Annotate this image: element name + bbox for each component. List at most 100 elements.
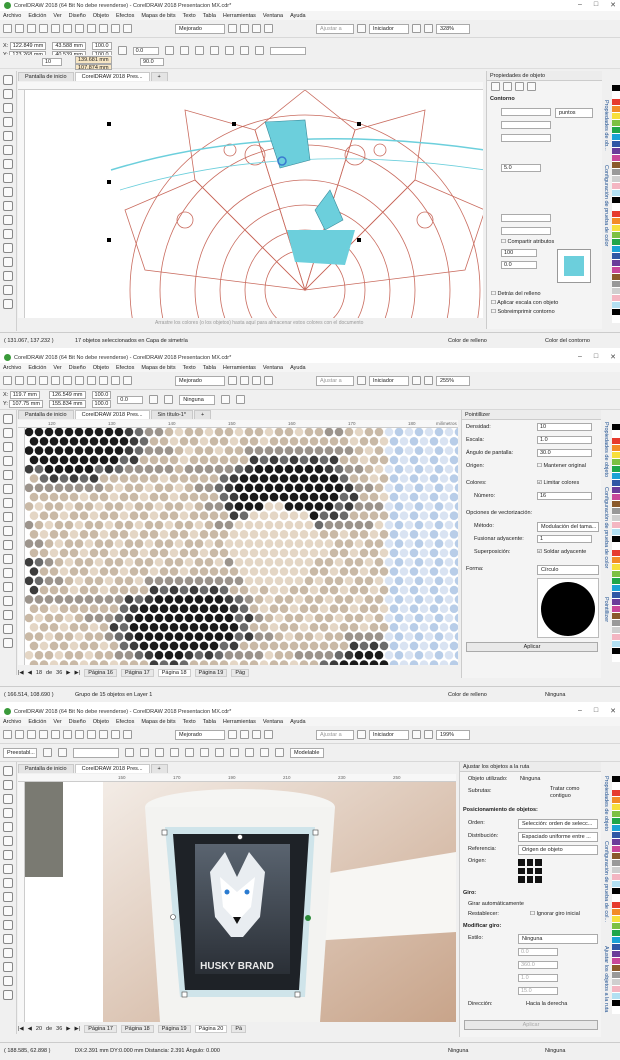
save-icon[interactable]: [27, 24, 36, 33]
palette-swatch[interactable]: [612, 113, 620, 120]
open-icon[interactable]: [15, 376, 24, 385]
palette-swatch[interactable]: [612, 895, 620, 902]
next-page-icon[interactable]: ▶: [66, 1026, 70, 1032]
mapping-mode-select[interactable]: Modelable: [290, 747, 324, 758]
quality-select[interactable]: Mejorado: [175, 23, 225, 34]
palette-swatch[interactable]: [612, 578, 620, 585]
palette-swatch[interactable]: [612, 302, 620, 309]
text-tool-icon[interactable]: [3, 201, 13, 211]
palette-swatch[interactable]: [612, 993, 620, 1000]
transparency-tool-icon[interactable]: [3, 257, 13, 267]
smart-fill-icon[interactable]: [3, 299, 13, 309]
crop-tool-icon[interactable]: [3, 103, 13, 113]
transparency-tab-icon[interactable]: [515, 82, 524, 91]
remove-preset-icon[interactable]: [58, 748, 67, 757]
group-icon[interactable]: [149, 395, 159, 404]
palette-swatch[interactable]: [612, 825, 620, 832]
palette-swatch[interactable]: [612, 281, 620, 288]
fullscreen-icon[interactable]: [228, 730, 237, 739]
palette-swatch[interactable]: [612, 127, 620, 134]
zoom-in-icon[interactable]: [412, 730, 421, 739]
page-tab-active[interactable]: Página 20: [194, 1024, 228, 1033]
guides-icon[interactable]: [264, 24, 273, 33]
palette-swatch[interactable]: [612, 853, 620, 860]
align-icon[interactable]: [194, 46, 204, 55]
palette-swatch[interactable]: [612, 515, 620, 522]
angle-field[interactable]: 90.0: [140, 58, 164, 66]
palette-swatch[interactable]: [612, 839, 620, 846]
grid-icon[interactable]: [252, 376, 261, 385]
print-icon[interactable]: [51, 376, 60, 385]
y-field[interactable]: 107.75 mm: [9, 400, 43, 408]
grid-icon[interactable]: [252, 730, 261, 739]
connector-tool-icon[interactable]: [3, 229, 13, 239]
ellipse-tool-icon[interactable]: [3, 864, 13, 874]
palette-swatch[interactable]: [612, 288, 620, 295]
menu-mapas[interactable]: Mapas de bits: [141, 365, 175, 371]
launcher-select[interactable]: Iniciador: [369, 23, 409, 34]
palette-swatch[interactable]: [612, 120, 620, 127]
palette-swatch[interactable]: [612, 986, 620, 993]
distribution-select[interactable]: Espaciado uniforme entre ...: [518, 832, 598, 842]
search-icon[interactable]: [87, 24, 96, 33]
tab-sin-titulo[interactable]: Sin título-1*: [150, 410, 193, 419]
direction-value[interactable]: Hacia la derecha: [526, 1001, 567, 1007]
share-attributes-check[interactable]: ☐ Compartir atributos: [501, 239, 554, 245]
preset-select[interactable]: Preestabl...: [3, 747, 37, 758]
palette-swatch[interactable]: [612, 571, 620, 578]
palette-swatch[interactable]: [612, 965, 620, 972]
vtab-propiedades[interactable]: Propiedades de objeto: [603, 422, 609, 477]
last-page-icon[interactable]: ▶|: [75, 1026, 81, 1032]
arrow-end-select[interactable]: [501, 227, 551, 235]
menu-herramientas[interactable]: Herramientas: [223, 719, 256, 725]
zoom-in-icon[interactable]: [412, 24, 421, 33]
palette-swatch[interactable]: [612, 930, 620, 937]
crop-tool-icon[interactable]: [3, 442, 13, 452]
palette-swatch[interactable]: [612, 169, 620, 176]
menu-ventana[interactable]: Ventana: [263, 365, 283, 371]
fill-tool-icon[interactable]: [3, 624, 13, 634]
drawing-canvas[interactable]: [25, 428, 458, 665]
text-tab-icon[interactable]: [527, 82, 536, 91]
menu-efectos[interactable]: Efectos: [116, 365, 134, 371]
palette-swatch[interactable]: [612, 487, 620, 494]
size-h-field[interactable]: 0.0: [501, 261, 537, 269]
menu-objeto[interactable]: Objeto: [93, 365, 109, 371]
palette-swatch[interactable]: [612, 190, 620, 197]
shadow-tool-icon[interactable]: [3, 243, 13, 253]
undo-icon[interactable]: [63, 24, 72, 33]
add-node-icon[interactable]: [125, 748, 134, 757]
palette-swatch[interactable]: [612, 452, 620, 459]
connector-tool-icon[interactable]: [3, 920, 13, 930]
add-tab-icon[interactable]: +: [193, 410, 212, 419]
intersect-icon[interactable]: [254, 46, 264, 55]
outline-width-input[interactable]: [501, 108, 551, 116]
palette-swatch[interactable]: [612, 204, 620, 211]
ignore-rotation-check[interactable]: ☐ Ignorar giro inicial: [530, 911, 580, 917]
smart-fill-icon[interactable]: [3, 638, 13, 648]
palette-swatch[interactable]: [612, 473, 620, 480]
menu-ver[interactable]: Ver: [53, 13, 61, 19]
menu-ventana[interactable]: Ventana: [263, 719, 283, 725]
menu-herramientas[interactable]: Herramientas: [223, 13, 256, 19]
palette-swatch[interactable]: [612, 783, 620, 790]
crop-tool-icon[interactable]: [3, 794, 13, 804]
menu-ver[interactable]: Ver: [53, 719, 61, 725]
rulers-icon[interactable]: [240, 376, 249, 385]
prev-page-icon[interactable]: ◀: [28, 1026, 32, 1032]
guides-icon[interactable]: [264, 376, 273, 385]
palette-swatch[interactable]: [612, 239, 620, 246]
pdf-icon[interactable]: [123, 24, 132, 33]
transparency-tool-icon[interactable]: [3, 596, 13, 606]
add-preset-icon[interactable]: [43, 748, 52, 757]
group-icon[interactable]: [209, 46, 219, 55]
zoom-out-icon[interactable]: [424, 730, 433, 739]
menu-texto[interactable]: Texto: [183, 13, 196, 19]
cloud-icon[interactable]: [39, 24, 48, 33]
zoom-tool-icon[interactable]: [3, 808, 13, 818]
launcher-select[interactable]: Iniciador: [369, 375, 409, 386]
menu-ayuda[interactable]: Ayuda: [290, 13, 306, 19]
number-field[interactable]: 16: [537, 492, 592, 500]
quality-select[interactable]: Mejorado: [175, 375, 225, 386]
palette-swatch[interactable]: [612, 599, 620, 606]
